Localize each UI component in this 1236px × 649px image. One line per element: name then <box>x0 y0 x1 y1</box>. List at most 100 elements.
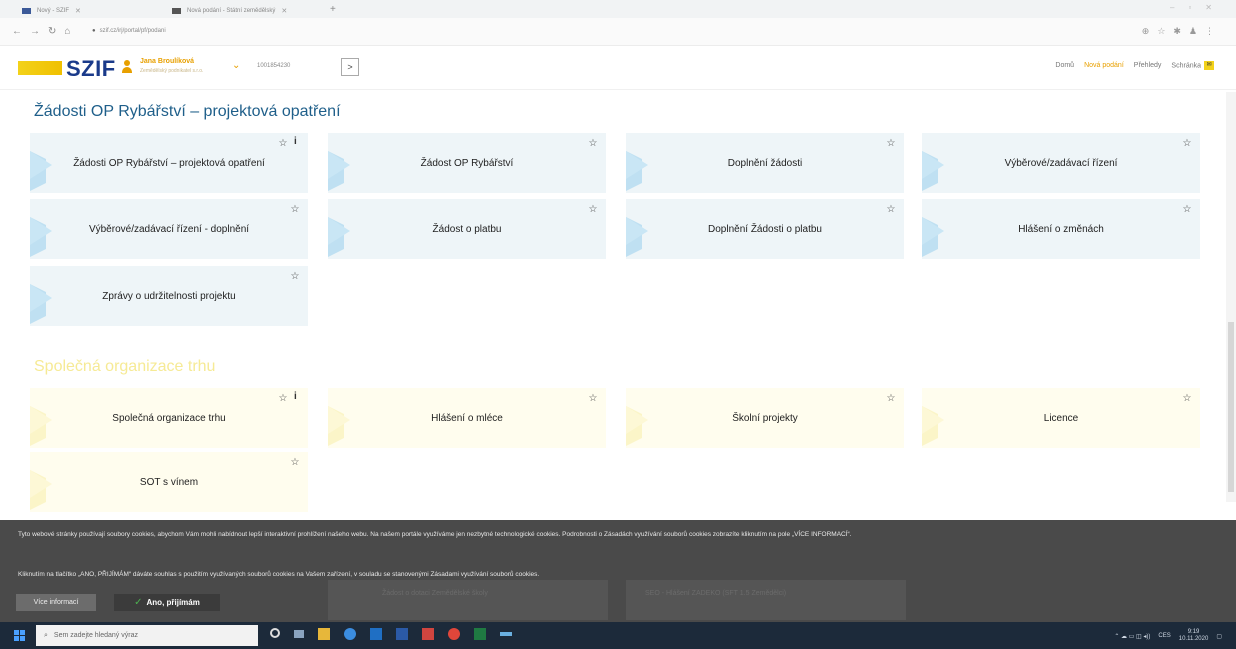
tab-label: Nový - SZIF <box>37 7 70 14</box>
user-company: Zemědělský podnikatel s.r.o. <box>140 68 204 74</box>
url-text: szif.cz/irj/portal/pf/podani <box>99 28 166 34</box>
browser-addressbar: ←→↻⌂ ● szif.cz/irj/portal/pf/podani ⊕☆✱♟⋮ <box>0 18 1236 46</box>
nav-home[interactable]: Domů <box>1055 62 1074 69</box>
star-icon[interactable]: ☆ <box>288 203 302 217</box>
tile-wine[interactable]: SOT s vínem ☆ <box>30 452 308 512</box>
close-tab-icon[interactable]: ✕ <box>281 7 287 15</box>
tile-change-report[interactable]: Hlášení o změnách ☆ <box>922 199 1200 259</box>
ghost-tile-label: Žádost o dotaci Zemědělské školy <box>382 590 488 597</box>
logo[interactable]: SZIF <box>66 56 116 82</box>
tile-payment-request[interactable]: Žádost o platbu ☆ <box>328 199 606 259</box>
windows-start-icon[interactable] <box>14 630 25 641</box>
nav-new-submission[interactable]: Nová podání <box>1084 62 1124 69</box>
system-tray: ⌃ ☁ ▭ ◫ ◂)) CES 9:19 10.11.2020 ▢ <box>1114 629 1222 643</box>
star-icon[interactable]: ☆ <box>884 392 898 406</box>
accept-label: Ano, přijímám <box>146 598 200 607</box>
tile-payment-supplement[interactable]: Doplnění Žádosti o platbu ☆ <box>626 199 904 259</box>
accept-cookies-button[interactable]: ✓ Ano, přijímám <box>114 594 220 611</box>
inbox-badge-icon: ✉ <box>1204 61 1214 70</box>
edge-icon[interactable] <box>344 628 356 640</box>
more-info-button[interactable]: Více informací <box>16 594 96 611</box>
section-title-market: Společná organizace trhu <box>34 358 216 375</box>
star-icon[interactable]: ☆ <box>884 203 898 217</box>
tile-school-projects[interactable]: Školní projekty ☆ <box>626 388 904 448</box>
star-icon[interactable]: ☆ <box>288 270 302 284</box>
ghost-tile <box>328 580 608 620</box>
ghost-tile <box>626 580 906 620</box>
check-icon: ✓ <box>134 597 143 608</box>
browser-tab-2[interactable]: Nová podání - Státní zemědělský ✕ <box>172 3 332 18</box>
os-taskbar: ⌕ Sem zadejte hledaný výraz ⌃ ☁ ▭ ◫ ◂)) … <box>0 622 1236 649</box>
tile-licence[interactable]: Licence ☆ <box>922 388 1200 448</box>
logo-stripe <box>18 61 62 75</box>
tile-milk-report[interactable]: Hlášení o mléce ☆ <box>328 388 606 448</box>
screen: Nový - SZIF ✕ Nová podání - Státní zeměd… <box>0 0 1236 649</box>
star-icon[interactable]: ☆ <box>1180 137 1194 151</box>
tile-label: Společná organizace trhu <box>112 412 226 424</box>
browser-nav-icons[interactable]: ←→↻⌂ <box>12 26 78 37</box>
tile-label: Žádosti OP Rybářství – projektová opatře… <box>73 157 265 169</box>
expand-button[interactable]: > <box>341 58 359 76</box>
star-icon[interactable]: ☆ <box>884 137 898 151</box>
task-view-icon[interactable] <box>294 630 304 638</box>
star-icon[interactable]: ☆ <box>276 392 290 406</box>
tile-label: Hlášení o změnách <box>1018 223 1104 235</box>
browser-toolbar-icons[interactable]: ⊕☆✱♟⋮ <box>1142 26 1222 37</box>
tab-favicon-icon <box>22 7 31 14</box>
new-tab-button[interactable]: + <box>330 4 336 15</box>
tile-sustainability-report[interactable]: Zprávy o udržitelnosti projektu ☆ <box>30 266 308 326</box>
star-icon[interactable]: ☆ <box>1180 203 1194 217</box>
tile-tender-procedure[interactable]: Výběrové/zadávací řízení ☆ <box>922 133 1200 193</box>
info-icon[interactable]: i <box>294 391 297 402</box>
search-icon: ⌕ <box>44 631 48 639</box>
tile-application-supplement[interactable]: Doplnění žádosti ☆ <box>626 133 904 193</box>
nav-inbox[interactable]: Schránka ✉ <box>1171 61 1214 70</box>
outlook-icon[interactable] <box>370 628 382 640</box>
star-icon[interactable]: ☆ <box>288 456 302 470</box>
cortana-icon[interactable] <box>270 628 280 638</box>
star-icon[interactable]: ☆ <box>586 203 600 217</box>
tile-fisheries[interactable]: Žádosti OP Rybářství – projektová opatře… <box>30 133 308 193</box>
clock[interactable]: 9:19 10.11.2020 <box>1179 629 1209 643</box>
tile-fisheries-application[interactable]: Žádost OP Rybářství ☆ <box>328 133 606 193</box>
taskbar-search-input[interactable]: ⌕ Sem zadejte hledaný výraz <box>36 625 258 646</box>
url-field[interactable]: ● szif.cz/irj/portal/pf/podani <box>92 28 166 34</box>
scrollbar-thumb[interactable] <box>1228 322 1234 492</box>
scrollbar[interactable] <box>1226 92 1236 502</box>
star-icon[interactable]: ☆ <box>1180 392 1194 406</box>
cookie-text: Tyto webové stránky používají soubory co… <box>18 531 852 538</box>
language-indicator[interactable]: CES <box>1158 633 1170 639</box>
user-id: 1001854230 <box>257 63 291 69</box>
info-icon[interactable]: i <box>294 136 297 147</box>
star-icon[interactable]: ☆ <box>586 137 600 151</box>
clock-date: 10.11.2020 <box>1178 636 1209 642</box>
nav-inbox-label: Schránka <box>1171 62 1201 70</box>
window-controls[interactable]: –▫✕ <box>1170 3 1226 12</box>
tile-common-market[interactable]: Společná organizace trhu ☆ i <box>30 388 308 448</box>
tray-icons[interactable]: ⌃ ☁ ▭ ◫ ◂)) <box>1114 633 1150 640</box>
chevron-down-icon[interactable]: ⌄ <box>232 60 240 71</box>
tile-label: SOT s vínem <box>139 476 199 488</box>
app-icon[interactable] <box>422 628 434 640</box>
top-nav: Domů Nová podání Přehledy Schránka ✉ <box>1055 61 1214 70</box>
file-explorer-icon[interactable] <box>318 628 330 640</box>
tile-label: Hlášení o mléce <box>431 412 503 424</box>
star-icon[interactable]: ☆ <box>586 392 600 406</box>
chrome-icon[interactable] <box>448 628 460 640</box>
clock-time: 9:19 <box>1187 629 1200 635</box>
taskbar-apps <box>270 628 512 640</box>
excel-icon[interactable] <box>474 628 486 640</box>
word-icon[interactable] <box>396 628 408 640</box>
tile-tender-supplement[interactable]: Výběrové/zadávací řízení - doplnění ☆ <box>30 199 308 259</box>
tab-favicon-icon <box>172 7 181 14</box>
close-tab-icon[interactable]: ✕ <box>75 7 81 15</box>
chevron-right-icon: > <box>347 62 353 72</box>
user-name[interactable]: Jana Broulíková <box>140 58 194 65</box>
nav-overview[interactable]: Přehledy <box>1134 62 1162 69</box>
notification-icon[interactable]: ▢ <box>1216 633 1222 640</box>
browser-tab-1[interactable]: Nový - SZIF ✕ <box>22 3 172 18</box>
tab-label: Nová podání - Státní zemědělský <box>187 7 276 14</box>
star-icon[interactable]: ☆ <box>276 137 290 151</box>
app-icon[interactable] <box>500 632 512 636</box>
tile-label: Žádost OP Rybářství <box>420 157 514 169</box>
